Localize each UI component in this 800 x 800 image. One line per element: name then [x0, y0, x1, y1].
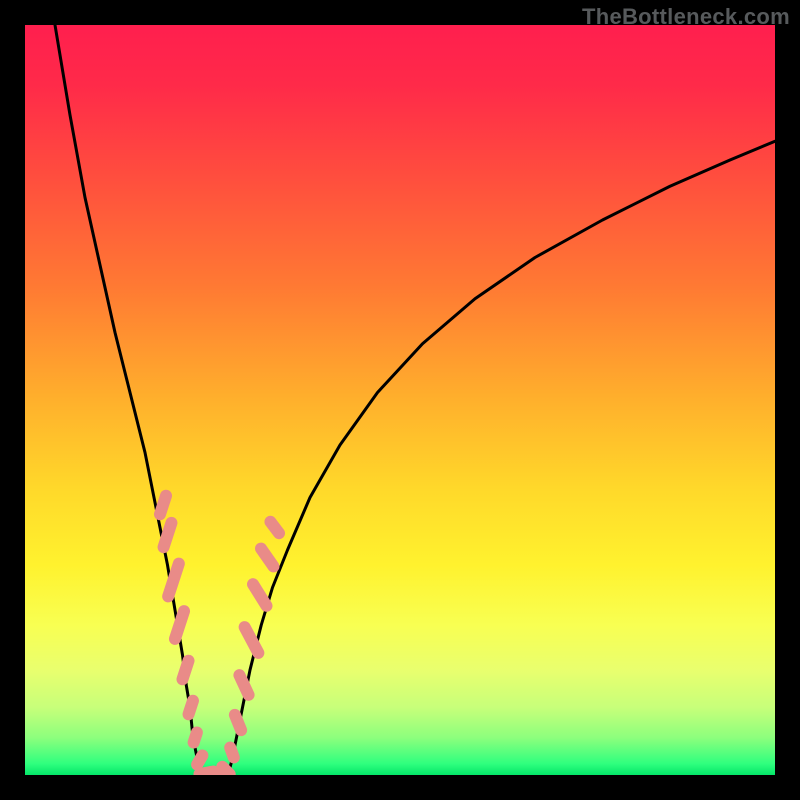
chart-svg [25, 25, 775, 775]
gradient-background [25, 25, 775, 775]
watermark-text: TheBottleneck.com [582, 4, 790, 30]
chart-frame: TheBottleneck.com [0, 0, 800, 800]
plot-area [25, 25, 775, 775]
